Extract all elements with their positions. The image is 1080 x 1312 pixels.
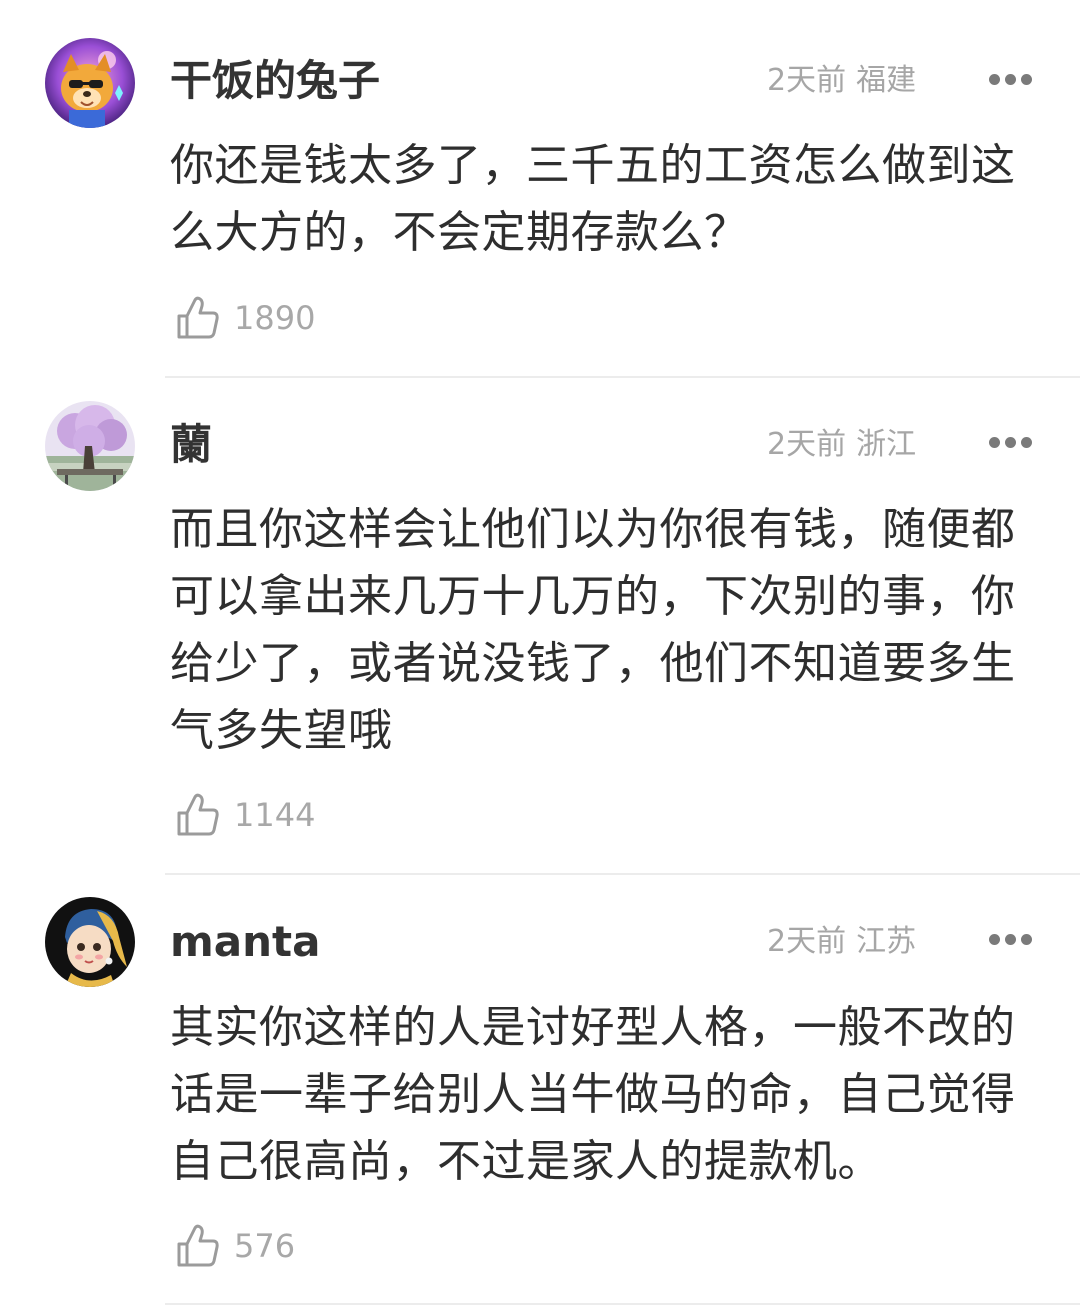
comment-meta: 2天前 江苏 (767, 927, 916, 957)
thumbs-up-icon (177, 296, 219, 339)
comment-location: 江苏 (856, 924, 917, 959)
user-avatar[interactable] (45, 897, 135, 987)
pearl-earring-girl-avatar-icon (45, 897, 135, 987)
thumbs-up-icon (177, 1224, 219, 1267)
comment-text: 而且你这样会让他们以为你很有钱，随便都可以拿出来几万十几万的，下次别的事，你给少… (170, 504, 1016, 756)
more-options-icon[interactable] (989, 934, 1033, 946)
more-options-icon[interactable] (989, 74, 1033, 86)
username[interactable]: manta (170, 921, 320, 963)
like-button[interactable]: 1890 (176, 293, 315, 343)
user-avatar[interactable] (45, 38, 135, 128)
thumbs-up-icon (177, 793, 219, 836)
like-count: 1890 (234, 299, 316, 337)
comment-meta: 2天前 浙江 (767, 430, 916, 460)
divider (165, 1303, 1080, 1305)
user-avatar[interactable] (45, 401, 135, 491)
divider (165, 873, 1080, 875)
divider (165, 376, 1080, 378)
username[interactable]: 干饭的兔子 (170, 60, 380, 102)
comment-location: 福建 (856, 63, 917, 98)
like-button[interactable]: 576 (176, 1221, 295, 1271)
comment-text: 你还是钱太多了，三千五的工资怎么做到这么大方的，不会定期存款么？ (170, 140, 1016, 258)
more-options-icon[interactable] (989, 437, 1033, 449)
like-count: 576 (234, 1227, 296, 1265)
comment-time: 2天前 (767, 63, 847, 98)
comment-time: 2天前 (767, 924, 847, 959)
username[interactable]: 蘭 (170, 424, 212, 466)
cartoon-dog-avatar-icon (45, 38, 135, 128)
comment-text: 其实你这样的人是讨好型人格，一般不改的话是一辈子给别人当牛做马的命，自己觉得自己… (170, 1002, 1016, 1187)
comment-meta: 2天前 福建 (767, 66, 916, 96)
comment-time: 2天前 (767, 427, 847, 462)
like-button[interactable]: 1144 (176, 790, 315, 840)
blossom-tree-avatar-icon (45, 401, 135, 491)
comment-location: 浙江 (856, 427, 917, 462)
like-count: 1144 (234, 796, 316, 834)
